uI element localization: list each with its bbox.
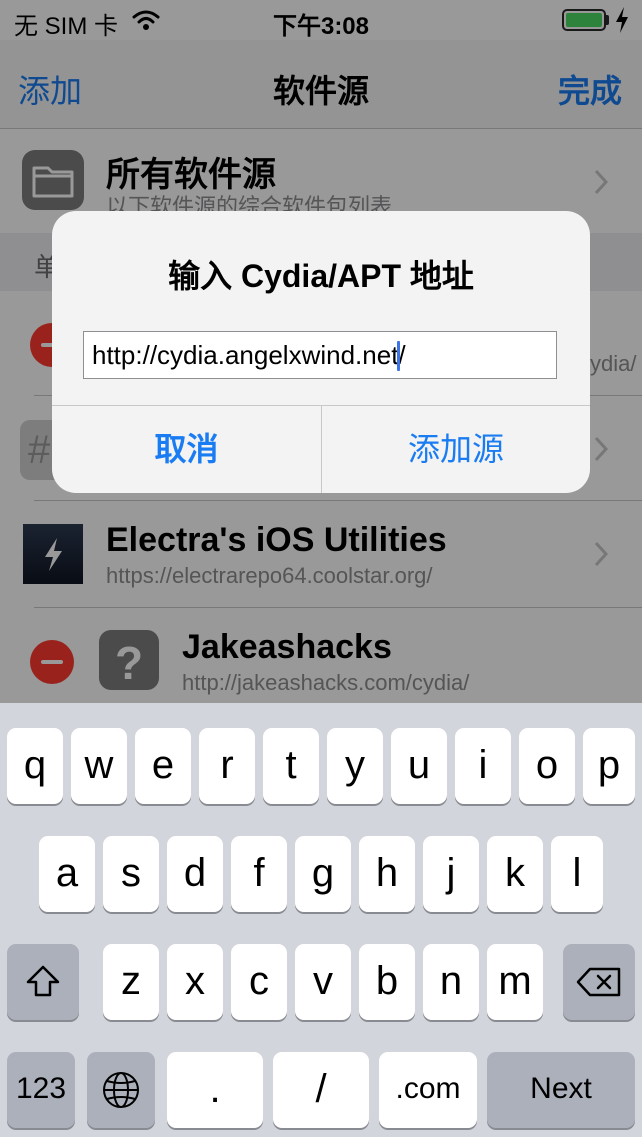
key-r[interactable]: r — [199, 728, 255, 804]
shift-icon — [26, 965, 60, 997]
numbers-key[interactable]: 123 — [7, 1052, 75, 1128]
shift-key[interactable] — [7, 944, 79, 1020]
key-m[interactable]: m — [487, 944, 543, 1020]
key-t[interactable]: t — [263, 728, 319, 804]
key-l[interactable]: l — [551, 836, 603, 912]
dotcom-key[interactable]: .com — [379, 1052, 477, 1128]
add-source-alert: 输入 Cydia/APT 地址 取消 添加源 — [52, 211, 590, 493]
key-f[interactable]: f — [231, 836, 287, 912]
key-o[interactable]: o — [519, 728, 575, 804]
key-i[interactable]: i — [455, 728, 511, 804]
key-d[interactable]: d — [167, 836, 223, 912]
globe-icon — [103, 1072, 139, 1108]
text-cursor — [397, 341, 400, 371]
key-g[interactable]: g — [295, 836, 351, 912]
key-u[interactable]: u — [391, 728, 447, 804]
next-key[interactable]: Next — [487, 1052, 635, 1128]
key-w[interactable]: w — [71, 728, 127, 804]
key-q[interactable]: q — [7, 728, 63, 804]
key-e[interactable]: e — [135, 728, 191, 804]
key-j[interactable]: j — [423, 836, 479, 912]
key-z[interactable]: z — [103, 944, 159, 1020]
key-a[interactable]: a — [39, 836, 95, 912]
globe-key[interactable] — [87, 1052, 155, 1128]
key-n[interactable]: n — [423, 944, 479, 1020]
key-x[interactable]: x — [167, 944, 223, 1020]
backspace-key[interactable] — [563, 944, 635, 1020]
key-y[interactable]: y — [327, 728, 383, 804]
alert-title: 输入 Cydia/APT 地址 — [168, 258, 474, 294]
source-url-input[interactable] — [83, 331, 557, 379]
key-b[interactable]: b — [359, 944, 415, 1020]
add-source-button[interactable]: 添加源 — [322, 406, 590, 493]
key-p[interactable]: p — [583, 728, 635, 804]
key-s[interactable]: s — [103, 836, 159, 912]
key-h[interactable]: h — [359, 836, 415, 912]
key-c[interactable]: c — [231, 944, 287, 1020]
cancel-button[interactable]: 取消 — [52, 406, 321, 493]
backspace-icon — [576, 967, 621, 997]
period-key[interactable]: . — [167, 1052, 263, 1128]
slash-key[interactable]: / — [273, 1052, 369, 1128]
key-k[interactable]: k — [487, 836, 543, 912]
keyboard: q w e r t y u i o p a s d f g h j k l z … — [0, 703, 642, 1137]
key-v[interactable]: v — [295, 944, 351, 1020]
